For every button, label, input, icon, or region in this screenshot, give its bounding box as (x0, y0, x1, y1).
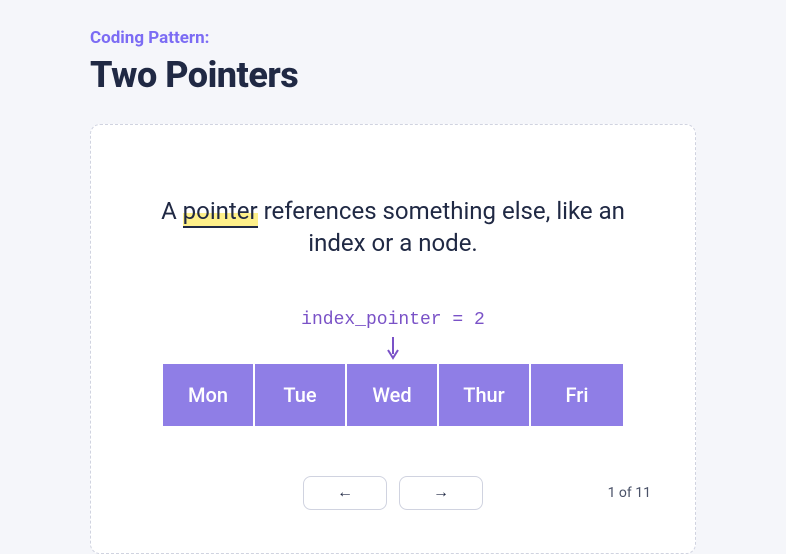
code-line: index_pointer = 2 (131, 310, 655, 330)
desc-highlighted: pointer (183, 197, 258, 228)
nav-group: ← → (303, 476, 483, 510)
desc-prefix: A (161, 197, 183, 225)
kicker-label: Coding Pattern: (90, 28, 696, 48)
slide-footer: ← → 1 of 11 (131, 476, 655, 510)
next-button[interactable]: → (399, 476, 483, 510)
desc-suffix: references something else, like an index… (258, 197, 625, 257)
description-text: A pointer references something else, lik… (131, 195, 655, 260)
days-row: Mon Tue Wed Thur Fri (131, 364, 655, 426)
page-title: Two Pointers (90, 54, 696, 96)
day-cell: Thur (439, 364, 531, 426)
arrow-down-icon (384, 336, 402, 360)
pointer-arrow-wrap (131, 336, 655, 360)
prev-button[interactable]: ← (303, 476, 387, 510)
slide-card: A pointer references something else, lik… (90, 124, 696, 554)
page-indicator: 1 of 11 (608, 485, 651, 501)
day-cell: Tue (255, 364, 347, 426)
arrow-right-icon: → (433, 484, 449, 502)
day-cell: Wed (347, 364, 439, 426)
arrow-left-icon: ← (337, 484, 353, 502)
day-cell: Fri (531, 364, 623, 426)
day-cell: Mon (163, 364, 255, 426)
